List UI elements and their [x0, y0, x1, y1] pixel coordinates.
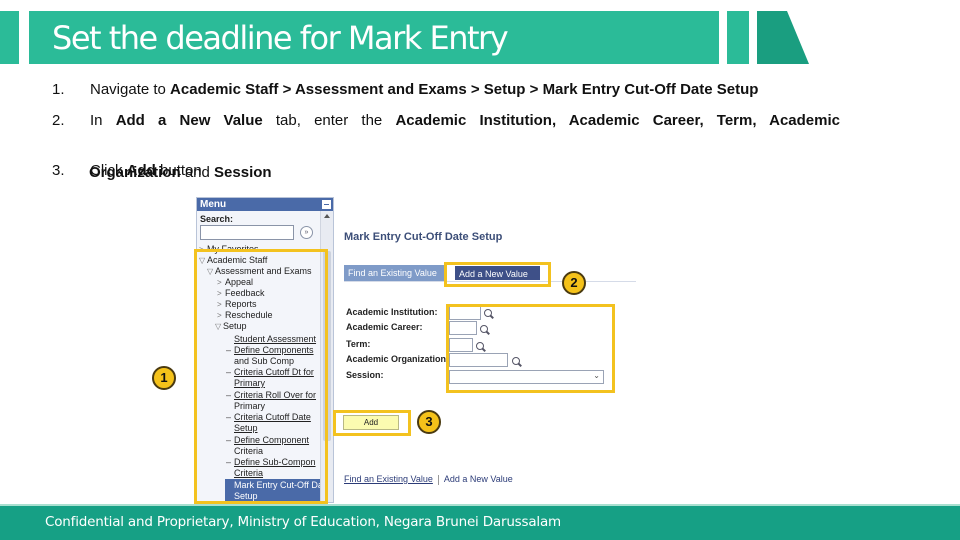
step-text: In Add a New Value tab, enter the Academ…: [90, 111, 840, 131]
header-bar-left: [0, 11, 19, 64]
step-text-bold: Add: [126, 162, 156, 179]
menu-title: Menu: [200, 199, 227, 210]
footer-bar: Confidential and Proprietary, Ministry o…: [0, 504, 960, 540]
step-text-plain: tab, enter the: [262, 112, 396, 129]
highlight-box-menu-path: [194, 249, 328, 504]
search-go-icon[interactable]: »: [300, 226, 313, 239]
field-label-session: Session:: [346, 370, 384, 380]
step-text-bold: Academic Institution, Academic Career, T…: [395, 112, 841, 129]
menu-header: Menu: [197, 198, 333, 211]
step-text-plain: button: [155, 162, 202, 179]
page-title: Set the deadline for Mark Entry: [52, 19, 509, 57]
highlight-box-fields: [446, 304, 615, 393]
step-number: 2.: [52, 112, 65, 129]
step-number: 1.: [52, 81, 65, 98]
step-text-bold: Add a New Value: [115, 112, 263, 129]
step-badge-2: 2: [562, 271, 586, 295]
menu-search-input[interactable]: [200, 225, 294, 240]
header-trapezoid-decoration: [757, 11, 809, 64]
step-text-plain: Click: [90, 162, 127, 179]
highlight-box-add-tab: [444, 262, 551, 287]
header-bar-accent: [727, 11, 749, 64]
tab-find-existing-value[interactable]: Find an Existing Value: [344, 265, 444, 281]
step-text: Click Add button: [90, 161, 840, 181]
field-label-academic-organization: Academic Organization:: [346, 354, 448, 364]
content-page-title: Mark Entry Cut-Off Date Setup: [344, 231, 503, 243]
search-label: Search:: [200, 214, 234, 224]
step-text-bold: Academic Staff > Assessment and Exams > …: [170, 81, 759, 98]
link-add-new-value[interactable]: Add a New Value: [444, 474, 513, 484]
field-label-term: Term:: [346, 339, 371, 349]
minimize-icon[interactable]: [322, 200, 331, 209]
field-label-academic-career: Academic Career:: [346, 322, 423, 332]
bottom-links: Find an Existing Value Add a New Value: [344, 474, 513, 485]
step-text-plain: In: [90, 112, 116, 129]
field-label-academic-institution: Academic Institution:: [346, 307, 438, 317]
step-number: 3.: [52, 162, 65, 179]
step-text: Navigate to Academic Staff > Assessment …: [90, 80, 840, 100]
footer-text: Confidential and Proprietary, Ministry o…: [45, 514, 561, 530]
step-text-plain: Navigate to: [90, 81, 171, 98]
step-badge-1: 1: [152, 366, 176, 390]
link-find-existing-value[interactable]: Find an Existing Value: [344, 474, 433, 484]
step-badge-3: 3: [417, 410, 441, 434]
scroll-up-arrow-icon[interactable]: [324, 214, 330, 218]
highlight-box-add-button: [333, 410, 411, 436]
link-separator: [437, 474, 439, 485]
